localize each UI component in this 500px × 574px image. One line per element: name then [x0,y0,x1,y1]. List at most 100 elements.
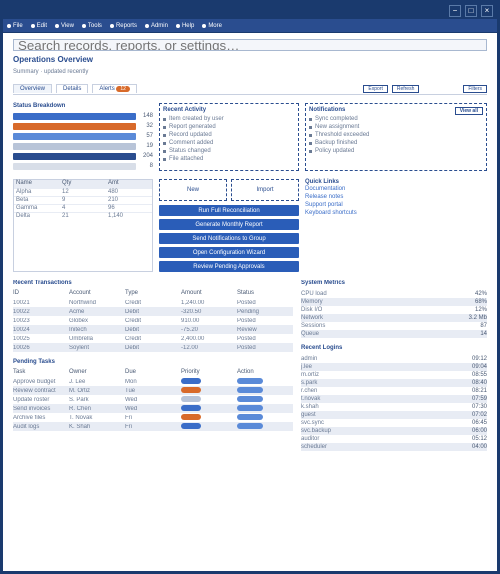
stat-row: 19 [13,141,153,151]
new-action[interactable]: New [159,179,227,201]
bullet-icon [163,118,166,121]
open-button[interactable] [237,387,263,393]
quick-link[interactable]: Keyboard shortcuts [305,210,487,218]
stat-bar [13,163,136,170]
bullet-icon [110,24,114,28]
login-row[interactable]: r.chen08:21 [301,387,487,395]
login-row[interactable]: auditor05:12 [301,435,487,443]
login-row[interactable]: t.novak07:59 [301,395,487,403]
primary-action-button[interactable]: Run Full Reconciliation [159,205,299,216]
bullet-icon [163,142,166,145]
login-row[interactable]: j.lee09:04 [301,363,487,371]
login-row[interactable]: s.park08:40 [301,379,487,387]
import-action[interactable]: Import [231,179,299,201]
bullet-icon [145,24,149,28]
login-row[interactable]: scheduler04:00 [301,443,487,451]
notification-item[interactable]: Backup finished [309,139,483,147]
primary-action-button[interactable]: Review Pending Approvals [159,261,299,272]
open-button[interactable] [237,414,263,420]
stat-row: 148 [13,111,153,121]
open-button[interactable] [237,396,263,402]
maximize-button[interactable]: □ [465,5,477,17]
activity-item[interactable]: Comment added [163,139,295,147]
login-row[interactable]: m.ortiz08:55 [301,371,487,379]
stat-value: 204 [139,153,153,159]
table-row[interactable]: Review contractM. OrtizTue [13,386,293,395]
table-row[interactable]: Audit logsK. ShahFri [13,422,293,431]
table-row[interactable]: Approve budgetJ. LeeMon [13,377,293,386]
table-row[interactable]: Alpha12480 [14,188,152,196]
table-row[interactable]: Gamma496 [14,204,152,212]
kv1-title: System Metrics [301,280,487,287]
menu-help[interactable]: Help [176,23,194,29]
bullet-icon [55,24,59,28]
search-input[interactable] [13,39,487,51]
menu-view[interactable]: View [55,23,74,29]
menu-admin[interactable]: Admin [145,23,168,29]
open-button[interactable] [237,378,263,384]
tasks-table: TaskOwnerDuePriorityAction Approve budge… [13,369,293,431]
tab-overview[interactable]: Overview [13,84,52,93]
tab-details[interactable]: Details [56,84,88,93]
activity-panel: Recent Activity Item created by userRepo… [159,103,299,171]
table-row[interactable]: Send invoicesR. ChenWed [13,404,293,413]
stat-row: 57 [13,131,153,141]
quick-link[interactable]: Support portal [305,202,487,210]
login-row[interactable]: svc.sync06:45 [301,419,487,427]
table-row[interactable]: Beta9210 [14,196,152,204]
quick-link[interactable]: Release notes [305,194,487,202]
page-subtitle: Summary · updated recently [13,69,487,77]
table-row[interactable]: Update rosterS. ParkWed [13,395,293,404]
mini-table: NameQtyAmt Alpha12480Beta9210Gamma496Del… [13,179,153,272]
refresh-button[interactable]: Refresh [392,85,420,93]
priority-pill [181,423,201,429]
activity-item[interactable]: Item created by user [163,115,295,123]
menu-tools[interactable]: Tools [82,23,102,29]
alerts-badge: 12 [116,86,130,92]
open-button[interactable] [237,423,263,429]
notification-item[interactable]: Threshold exceeded [309,131,483,139]
bullet-icon [163,134,166,137]
close-button[interactable]: × [481,5,493,17]
activity-item[interactable]: Report generated [163,123,295,131]
page-title: Operations Overview [13,55,487,65]
notif-viewall[interactable]: View all [455,107,483,115]
login-row[interactable]: admin09:12 [301,355,487,363]
table-row[interactable]: 10023GlobexCredit910.00Posted [13,316,293,325]
activity-item[interactable]: Status changed [163,147,295,155]
stat-value: 19 [139,143,153,149]
table-row[interactable]: 10026SoylentDebit-12.00Posted [13,343,293,352]
table-row[interactable]: 10022AcmeDebit-320.50Pending [13,307,293,316]
menu-reports[interactable]: Reports [110,23,137,29]
menu-more[interactable]: More [202,23,222,29]
login-row[interactable]: k.shah07:30 [301,403,487,411]
notification-item[interactable]: New assignment [309,123,483,131]
primary-action-button[interactable]: Generate Monthly Report [159,219,299,230]
menu-file[interactable]: File [7,23,23,29]
table-row[interactable]: 10025UmbrellaCredit2,400.00Posted [13,334,293,343]
table-row[interactable]: 10024InitechDebit-75.20Review [13,325,293,334]
primary-action-button[interactable]: Open Configuration Wizard [159,247,299,258]
stats-title: Status Breakdown [13,103,153,109]
menu-edit[interactable]: Edit [31,23,47,29]
primary-action-button[interactable]: Send Notifications to Group [159,233,299,244]
table-row[interactable]: Delta211,140 [14,212,152,220]
notification-item[interactable]: Sync completed [309,115,483,123]
notification-item[interactable]: Policy updated [309,147,483,155]
bullet-icon [7,24,11,28]
app-window: − □ × File Edit View Tools Reports Admin… [0,0,500,574]
login-row[interactable]: guest07:02 [301,411,487,419]
open-button[interactable] [237,405,263,411]
filters-button[interactable]: Filters [463,85,487,93]
tab-alerts[interactable]: Alerts 12 [92,84,137,93]
login-row[interactable]: svc.backup06:00 [301,427,487,435]
table-row[interactable]: 10021NorthwindCredit1,240.00Posted [13,298,293,307]
activity-item[interactable]: File attached [163,155,295,163]
bullet-icon [163,150,166,153]
priority-pill [181,378,201,384]
quick-link[interactable]: Documentation [305,186,487,194]
table-row[interactable]: Archive filesT. NovakFri [13,413,293,422]
export-button[interactable]: Export [363,85,387,93]
minimize-button[interactable]: − [449,5,461,17]
activity-item[interactable]: Record updated [163,131,295,139]
